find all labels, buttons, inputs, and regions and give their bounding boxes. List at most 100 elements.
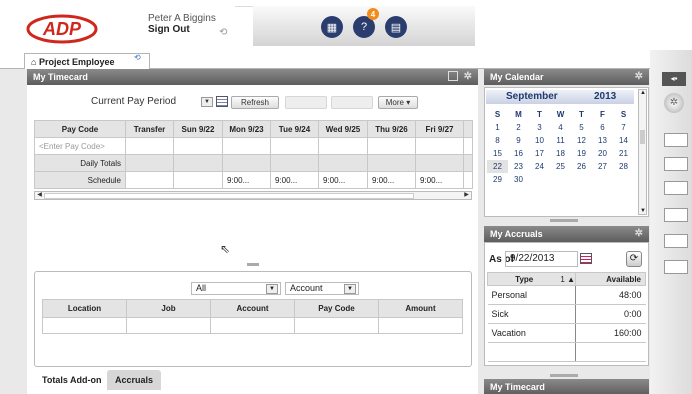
calendar-day[interactable]: 6 (592, 121, 613, 134)
calendar-day[interactable]: 15 (487, 147, 508, 160)
as-of-date-input[interactable]: 9/22/2013 (505, 251, 578, 267)
maximize-icon[interactable] (448, 71, 458, 81)
filter-account-select[interactable]: Account ▼ (285, 282, 359, 295)
panel-splitter[interactable] (550, 374, 578, 377)
scroll-thumb[interactable] (44, 193, 414, 199)
calendar-day[interactable]: 2 (508, 121, 529, 134)
calendar-day[interactable]: 18 (550, 147, 571, 160)
totals-header-row: Location Job Account Pay Code Amount (42, 299, 463, 318)
tab-project-employee[interactable]: ⌂ Project Employee (24, 53, 150, 69)
calendar-day[interactable]: 26 (571, 160, 592, 173)
panel-splitter[interactable] (247, 263, 259, 266)
refresh-icon[interactable]: ⟳ (626, 251, 642, 267)
widget-slot-icon[interactable] (664, 208, 688, 222)
user-name: Peter A Biggins (148, 13, 216, 24)
widget-library-icon[interactable]: ✲ (664, 93, 684, 113)
schedule-icon[interactable]: ▤ (385, 16, 407, 38)
calendar-day[interactable]: 9 (508, 134, 529, 147)
calendar-day-selected[interactable]: 22 (487, 160, 508, 173)
scroll-down-icon[interactable]: ▼ (640, 208, 646, 214)
widget-slot-icon[interactable] (664, 181, 688, 195)
sign-off-button (331, 96, 373, 109)
calendar-week: 29 30 (487, 173, 634, 186)
widget-slot-icon[interactable] (664, 133, 688, 147)
calendar-day[interactable]: 23 (508, 160, 529, 173)
accruals-panel-header: My Accruals ✲ (484, 226, 649, 242)
calendar-day[interactable]: 17 (529, 147, 550, 160)
horizontal-scrollbar[interactable]: ◀ ▶ (34, 191, 472, 200)
calendar-week: 8 9 10 11 12 13 14 (487, 134, 634, 147)
table-row: Daily Totals (34, 154, 473, 172)
calendar-day[interactable]: 13 (592, 134, 613, 147)
calendar-day[interactable]: 4 (550, 121, 571, 134)
scroll-thumb[interactable] (640, 130, 645, 144)
adp-logo: ADP (26, 14, 98, 44)
calendar-day[interactable]: 7 (613, 121, 634, 134)
sort-icon[interactable]: 1 ▲ (560, 275, 575, 284)
gear-icon[interactable]: ✲ (635, 71, 643, 82)
calendar-day[interactable]: 24 (529, 160, 550, 173)
panel-splitter[interactable] (550, 219, 578, 222)
calendar-day[interactable]: 12 (571, 134, 592, 147)
calendar-day[interactable]: 10 (529, 134, 550, 147)
widget-slot-icon[interactable] (664, 260, 688, 274)
scroll-left-icon[interactable]: ◀ (35, 192, 44, 199)
calendar-day[interactable]: 30 (508, 173, 529, 186)
calendar-day[interactable]: 5 (571, 121, 592, 134)
calendar-day[interactable]: 19 (571, 147, 592, 160)
collapse-panel-icon[interactable]: ◂▪ (662, 72, 686, 86)
calendar-day[interactable]: 28 (613, 160, 634, 173)
scroll-up-icon[interactable]: ▲ (640, 90, 646, 96)
calendar-day[interactable]: 1 (487, 121, 508, 134)
refresh-button[interactable]: Refresh (231, 96, 279, 109)
calendar-year: 2013 (594, 91, 617, 102)
pay-period-select[interactable]: Current Pay Period ▼ (88, 96, 214, 109)
gear-icon[interactable]: ✲ (464, 71, 472, 82)
table-row[interactable]: Vacation 160:00 (487, 323, 646, 343)
filter-all-select[interactable]: All ▼ (191, 282, 281, 295)
chevron-down-icon[interactable]: ▼ (201, 97, 213, 107)
calendar-day[interactable]: 3 (529, 121, 550, 134)
calendar-week: 22 23 24 25 26 27 28 (487, 160, 634, 173)
calendar-day[interactable]: 14 (613, 134, 634, 147)
calendar-day (571, 173, 592, 186)
chevron-down-icon[interactable]: ▼ (266, 284, 278, 294)
timesheet-icon[interactable]: ▦ (321, 16, 343, 38)
table-row[interactable]: Sick 0:00 (487, 304, 646, 324)
app-header: ADP Peter A Biggins Sign Out ⟲ ▦ ? ▤ 4 (0, 0, 692, 50)
calendar-day[interactable]: 25 (550, 160, 571, 173)
pay-code-input[interactable]: <Enter Pay Code> (34, 137, 126, 155)
calendar-month: September (506, 91, 558, 102)
timecard-grid: Pay Code Transfer Sun 9/22 Mon 9/23 Tue … (34, 120, 473, 189)
tab-totals-add-on[interactable]: Totals Add-on (34, 370, 106, 390)
calendar-day[interactable]: 21 (613, 147, 634, 160)
table-row[interactable]: <Enter Pay Code> (34, 137, 473, 155)
widget-slot-icon[interactable] (664, 234, 688, 248)
calendar-day[interactable]: 27 (592, 160, 613, 173)
sign-out-link[interactable]: Sign Out (148, 24, 190, 35)
table-row[interactable]: Personal 48:00 (487, 285, 646, 305)
table-row (487, 342, 646, 362)
gear-icon[interactable]: ✲ (635, 228, 643, 239)
tab-accruals[interactable]: Accruals (107, 370, 161, 390)
calendar-day[interactable]: 8 (487, 134, 508, 147)
calendar-day[interactable]: 20 (592, 147, 613, 160)
chevron-down-icon[interactable]: ▼ (344, 284, 356, 294)
widget-slot-icon[interactable] (664, 157, 688, 171)
calendar-day[interactable]: 29 (487, 173, 508, 186)
calendar-icon[interactable] (580, 253, 592, 264)
grid-header-row: Pay Code Transfer Sun 9/22 Mon 9/23 Tue … (34, 120, 473, 138)
scroll-right-icon[interactable]: ▶ (462, 192, 471, 199)
calendar-scrollbar[interactable]: ▲ ▼ (638, 89, 647, 215)
accruals-table: Type 1 ▲ Available Personal 48:00 Sick 0… (487, 272, 646, 362)
sync-icon[interactable]: ⟲ (219, 27, 227, 38)
calendar-day[interactable]: 16 (508, 147, 529, 160)
calendar-week: 15 16 17 18 19 20 21 (487, 147, 634, 160)
tab-refresh-icon[interactable]: ⟲ (134, 53, 141, 62)
calendar-day (529, 173, 550, 186)
calendar-day[interactable]: 11 (550, 134, 571, 147)
calendar-panel-header: My Calendar ✲ (484, 69, 649, 85)
mouse-cursor-icon: ⇖ (220, 242, 231, 256)
more-button[interactable]: More ▾ (378, 96, 418, 109)
calendar-icon[interactable] (216, 96, 228, 107)
